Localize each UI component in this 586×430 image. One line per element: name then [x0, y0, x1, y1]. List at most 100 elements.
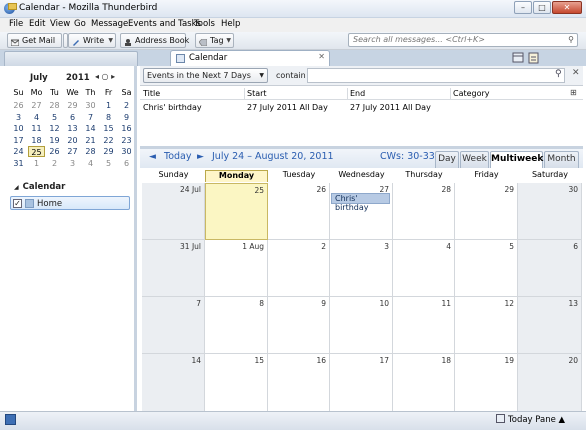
event-row-title[interactable]: Chris' birthday [143, 103, 202, 112]
mini-calendar-day[interactable]: 8 [100, 112, 117, 123]
menu-message[interactable]: Message [91, 19, 128, 29]
mini-calendar-day[interactable]: 31 [10, 158, 27, 169]
mini-calendar-day[interactable]: 29 [64, 100, 81, 111]
day-cell[interactable]: 29 [455, 183, 518, 240]
menu-events-and-tasks[interactable]: Events and Tasks [128, 19, 201, 29]
column-start[interactable]: Start [247, 89, 267, 98]
minimize-button[interactable]: – [514, 1, 532, 14]
mini-calendar-day[interactable]: 30 [118, 146, 135, 157]
mini-calendar-day[interactable]: 22 [100, 135, 117, 146]
mini-calendar-day[interactable]: 30 [82, 100, 99, 111]
day-cell[interactable]: 8 [205, 297, 268, 354]
mini-calendar-nav[interactable]: ◂ ○ ▸ [95, 72, 115, 81]
day-cell[interactable]: 13 [518, 297, 582, 354]
day-cell[interactable]: 19 [455, 354, 518, 412]
tab-month-view[interactable]: Month [544, 151, 579, 168]
day-cell[interactable]: 12 [455, 297, 518, 354]
maximize-button[interactable]: □ [533, 1, 551, 14]
mini-calendar-day[interactable]: 11 [28, 123, 45, 134]
menu-help[interactable]: Help [221, 19, 240, 29]
mini-calendar-day[interactable]: 1 [100, 100, 117, 111]
mini-calendar-day[interactable]: 27 [64, 146, 81, 157]
previous-period-button[interactable]: ◄ [149, 152, 156, 162]
mini-calendar-day[interactable]: 3 [64, 158, 81, 169]
mini-calendar-day[interactable]: 6 [64, 112, 81, 123]
mini-calendar-day[interactable]: 25 [28, 146, 45, 157]
search-input[interactable]: Search all messages... <Ctrl+K> ⚲ [348, 33, 578, 47]
mini-calendar-day[interactable]: 19 [46, 135, 63, 146]
mini-calendar-day[interactable]: 20 [64, 135, 81, 146]
day-cell[interactable]: 9 [268, 297, 330, 354]
column-end[interactable]: End [350, 89, 365, 98]
mini-calendar-day[interactable]: 6 [118, 158, 135, 169]
mini-calendar-day[interactable]: 10 [10, 123, 27, 134]
day-cell[interactable]: 25 [205, 183, 268, 240]
next-period-button[interactable]: ► [197, 152, 204, 162]
mini-calendar-day[interactable]: 2 [46, 158, 63, 169]
tag-button[interactable]: Tag ▼ [195, 33, 234, 48]
today-button[interactable]: Today [164, 151, 191, 162]
tab-mail-folder[interactable] [4, 51, 138, 66]
close-window-button[interactable]: ✕ [552, 1, 582, 14]
event-row-end[interactable]: 27 July 2011 All Day [350, 103, 431, 112]
search-icon[interactable]: ⚲ [555, 69, 562, 79]
day-cell[interactable]: 24 Jul [142, 183, 205, 240]
day-cell[interactable]: 7 [142, 297, 205, 354]
today-pane-toggle[interactable]: Today Pane ▲ [496, 414, 565, 425]
mini-calendar-day[interactable]: 24 [10, 146, 27, 157]
day-cell[interactable]: 11 [393, 297, 455, 354]
mini-calendar-day[interactable]: 27 [28, 100, 45, 111]
mini-calendar-day[interactable]: 23 [118, 135, 135, 146]
mini-calendar-month[interactable]: July [30, 73, 48, 83]
day-cell[interactable]: 6 [518, 240, 582, 297]
day-cell[interactable]: 30 [518, 183, 582, 240]
mini-calendar-day[interactable]: 21 [82, 135, 99, 146]
menu-tools[interactable]: Tools [194, 19, 215, 29]
mini-calendar-day[interactable]: 9 [118, 112, 135, 123]
day-cell[interactable]: 14 [142, 354, 205, 412]
day-cell[interactable]: 18 [393, 354, 455, 412]
close-icon[interactable]: ✕ [572, 68, 580, 78]
menu-file[interactable]: File [9, 19, 23, 29]
day-cell[interactable]: 2 [268, 240, 330, 297]
address-book-button[interactable]: Address Book [120, 33, 189, 48]
column-picker-icon[interactable]: ⊞ [570, 88, 577, 97]
day-cell[interactable]: 16 [268, 354, 330, 412]
get-mail-button[interactable]: Get Mail [7, 33, 62, 48]
mini-calendar-day[interactable]: 13 [64, 123, 81, 134]
search-icon[interactable]: ⚲ [568, 34, 574, 46]
mini-calendar-day[interactable]: 3 [10, 112, 27, 123]
day-cell[interactable]: 10 [330, 297, 393, 354]
day-cell[interactable]: 1 Aug [205, 240, 268, 297]
event-search-input[interactable] [307, 68, 565, 83]
tab-day-view[interactable]: Day [435, 151, 459, 168]
day-cell[interactable]: 20 [518, 354, 582, 412]
day-cell[interactable]: 28 [393, 183, 455, 240]
menu-edit[interactable]: Edit [29, 19, 45, 29]
mini-calendar-day[interactable]: 29 [100, 146, 117, 157]
menu-go[interactable]: Go [74, 19, 86, 29]
write-button[interactable]: Write ▼ [68, 33, 116, 48]
mini-calendar-day[interactable]: 28 [46, 100, 63, 111]
column-category[interactable]: Category [453, 89, 490, 98]
day-cell[interactable]: 15 [205, 354, 268, 412]
mini-calendar-day[interactable]: 14 [82, 123, 99, 134]
mini-calendar-day[interactable]: 17 [10, 135, 27, 146]
mini-calendar-day[interactable]: 16 [118, 123, 135, 134]
tab-week-view[interactable]: Week [460, 151, 489, 168]
tab-multiweek-view[interactable]: Multiweek [490, 151, 543, 168]
mini-calendar-day[interactable]: 5 [46, 112, 63, 123]
mini-calendar-day[interactable]: 15 [100, 123, 117, 134]
mini-calendar-day[interactable]: 26 [46, 146, 63, 157]
event-chip[interactable]: Chris' birthday [331, 193, 390, 212]
mini-calendar-day[interactable]: 18 [28, 135, 45, 146]
close-tab-icon[interactable]: ✕ [318, 52, 325, 61]
day-cell[interactable]: 31 Jul [142, 240, 205, 297]
mini-calendar-day[interactable]: 28 [82, 146, 99, 157]
day-cell[interactable]: 26 [268, 183, 330, 240]
event-filter-select[interactable]: Events in the Next 7 Days ▼ [143, 68, 268, 83]
event-row-start[interactable]: 27 July 2011 All Day [247, 103, 328, 112]
calendar-home-checkbox[interactable]: ✓ [13, 199, 22, 208]
mini-calendar-day[interactable]: 1 [28, 158, 45, 169]
day-cell[interactable]: 17 [330, 354, 393, 412]
